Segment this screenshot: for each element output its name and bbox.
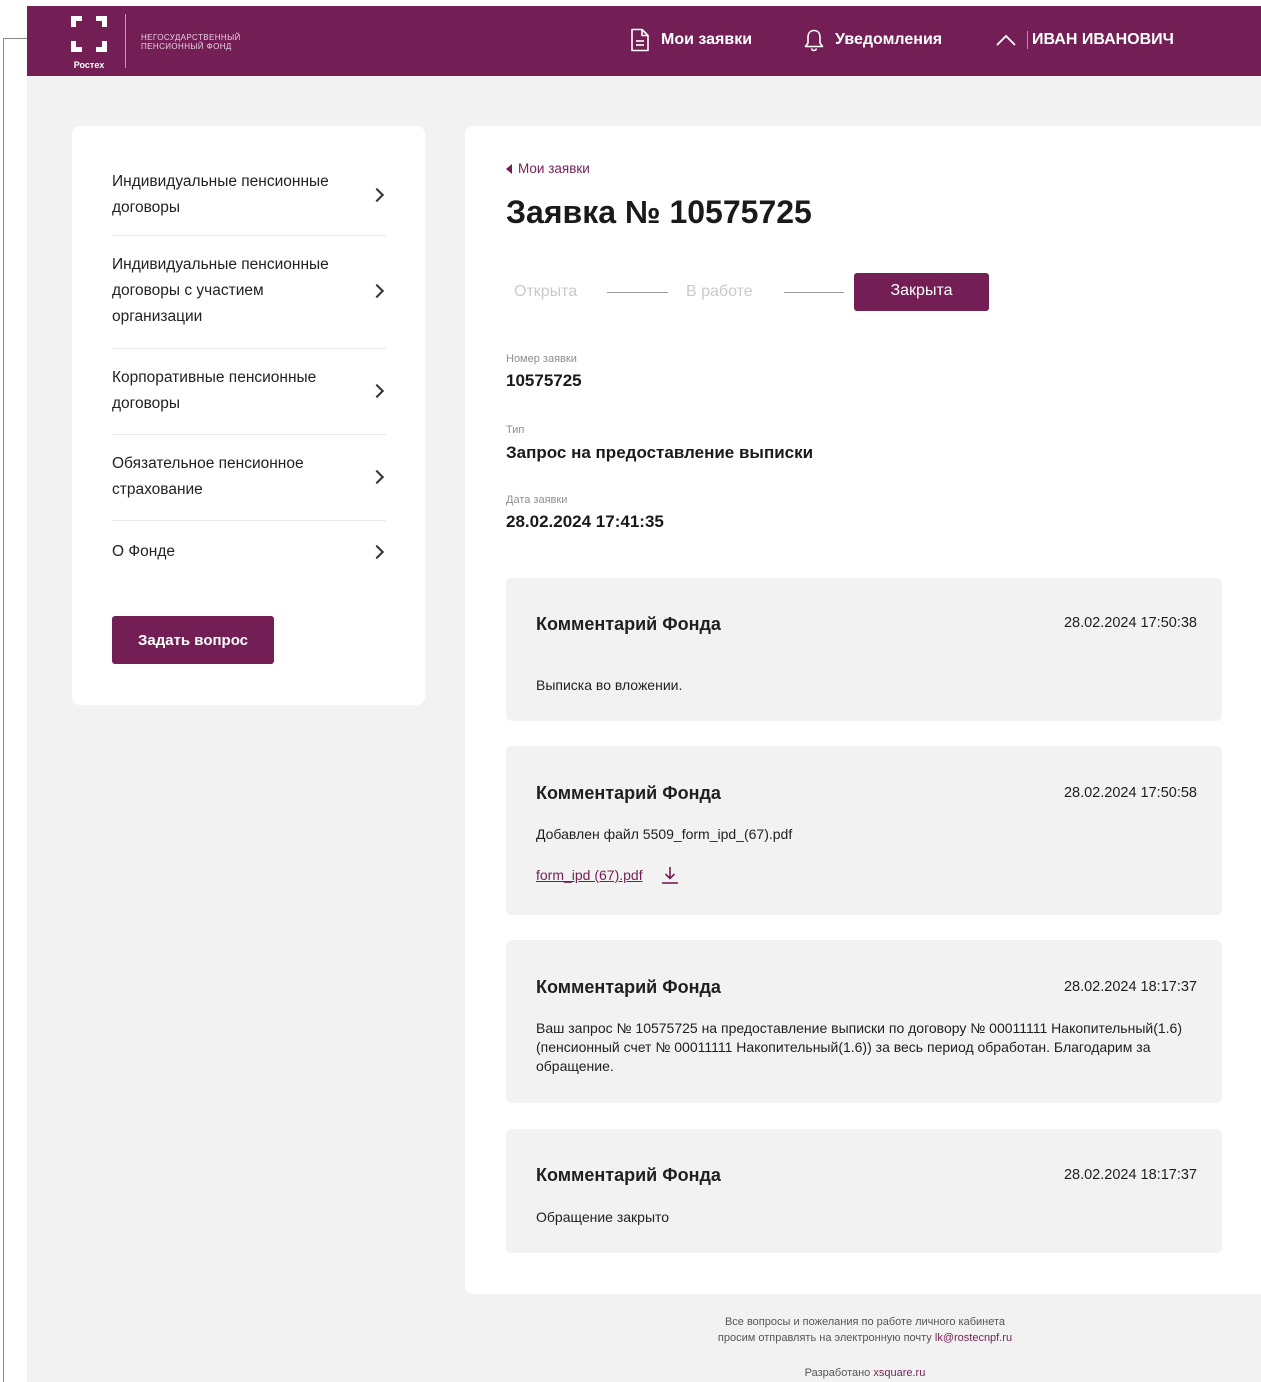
developer-link[interactable]: xsquare.ru xyxy=(873,1367,925,1379)
chevron-up-icon xyxy=(996,34,1016,46)
sidebar-item-label: Корпоративные пенсионные договоры xyxy=(112,368,317,412)
logo-text: НЕГОСУДАРСТВЕННЫЙ ПЕНСИОННЫЙ ФОНД xyxy=(141,33,241,51)
request-card: Мои заявки Заявка № 10575725 Открыта В р… xyxy=(465,126,1261,1294)
comment-card: Комментарий Фонда 28.02.2024 17:50:38 Вы… xyxy=(506,578,1222,721)
request-number-value: 10575725 xyxy=(506,371,582,390)
comment-text: Ваш запрос № 10575725 на предоставление … xyxy=(536,1020,1182,1074)
sidebar: Индивидуальные пенсионные договоры Индив… xyxy=(72,126,425,705)
developer-credit: Разработано xsquare.ru xyxy=(804,1367,926,1379)
attachment-link[interactable]: form_ipd (67).pdf xyxy=(536,865,679,885)
sidebar-item-label: Индивидуальные пенсионные договоры с уча… xyxy=(112,256,329,325)
sidebar-item-label: Обязательное пенсионное страхование xyxy=(112,454,304,498)
request-date-label: Дата заявки xyxy=(506,494,568,506)
footer: Все вопросы и пожелания по работе личног… xyxy=(465,1314,1261,1346)
chevron-right-icon xyxy=(369,469,385,484)
comment-text: Добавлен файл 5509_form_ipd_(67).pdf xyxy=(536,826,793,842)
annotation-line xyxy=(3,38,4,1382)
user-name: ИВАН ИВАНОВИЧ xyxy=(1032,31,1174,48)
status-open: Открыта xyxy=(514,283,578,300)
footer-line2: просим отправлять на электронную почту l… xyxy=(717,1332,1013,1344)
document-icon xyxy=(631,28,649,52)
comment-title: Комментарий Фонда xyxy=(536,977,721,997)
comment-date: 28.02.2024 18:17:37 xyxy=(1063,979,1197,995)
user-menu[interactable]: ИВАН ИВАНОВИЧ xyxy=(995,26,1174,54)
top-header: Ростех НЕГОСУДАРСТВЕННЫЙ ПЕНСИОННЫЙ ФОНД… xyxy=(27,6,1261,76)
logo-word: Ростех xyxy=(73,60,105,70)
back-arrow-icon xyxy=(506,163,512,174)
comment-title: Комментарий Фонда xyxy=(536,1165,721,1185)
comment-date: 28.02.2024 17:50:58 xyxy=(1063,785,1197,801)
sidebar-menu: Индивидуальные пенсионные договоры Индив… xyxy=(112,156,386,581)
comment-text: Обращение закрыто xyxy=(536,1209,670,1225)
chevron-right-icon xyxy=(369,283,385,299)
nav-notifications[interactable]: Уведомления xyxy=(803,26,942,54)
status-stepper: Открыта В работе Закрыта xyxy=(506,273,1006,311)
status-in-work: В работе xyxy=(686,283,753,300)
request-number-label: Номер заявки xyxy=(506,353,577,365)
status-closed: Закрыта xyxy=(854,273,989,311)
logo[interactable]: Ростех xyxy=(67,14,111,72)
sidebar-item-corporate-contracts[interactable]: Корпоративные пенсионные договоры xyxy=(112,349,386,435)
sidebar-item-label: Индивидуальные пенсионные договоры xyxy=(112,172,329,216)
bell-icon xyxy=(804,29,824,52)
chevron-right-icon xyxy=(369,383,385,398)
screenshot: Ростех НЕГОСУДАРСТВЕННЫЙ ПЕНСИОННЫЙ ФОНД… xyxy=(0,0,1261,1382)
comment-card: Комментарий Фонда 28.02.2024 17:50:58 До… xyxy=(506,746,1222,915)
status-connector xyxy=(607,292,668,293)
download-icon[interactable] xyxy=(661,865,679,885)
support-email-link[interactable]: lk@rostecnpf.ru xyxy=(935,1332,1012,1344)
comment-card: Комментарий Фонда 28.02.2024 18:17:37 Об… xyxy=(506,1129,1222,1253)
page-title: Заявка № 10575725 xyxy=(506,194,812,230)
comment-date: 28.02.2024 17:50:38 xyxy=(1063,615,1197,631)
nav-my-requests[interactable]: Мои заявки xyxy=(629,26,752,54)
request-type-label: Тип xyxy=(506,424,525,436)
ask-question-button[interactable]: Задать вопрос xyxy=(112,616,274,664)
footer-line1: Все вопросы и пожелания по работе личног… xyxy=(724,1316,1006,1328)
sidebar-item-about-fund[interactable]: О Фонде xyxy=(112,521,386,581)
user-separator xyxy=(1027,31,1028,49)
request-date-value: 28.02.2024 17:41:35 xyxy=(506,512,664,531)
comment-date: 28.02.2024 18:17:37 xyxy=(1063,1167,1197,1183)
attachment-filename: form_ipd (67).pdf xyxy=(536,867,643,883)
status-connector xyxy=(784,292,844,293)
chevron-right-icon xyxy=(369,544,385,560)
sidebar-item-label: О Фонде xyxy=(112,543,175,560)
sidebar-item-individual-org-contracts[interactable]: Индивидуальные пенсионные договоры с уча… xyxy=(112,236,386,349)
logo-divider xyxy=(125,14,126,68)
nav-notifications-label: Уведомления xyxy=(835,31,943,48)
back-link[interactable]: Мои заявки xyxy=(506,161,590,176)
nav-my-requests-label: Мои заявки xyxy=(661,31,753,48)
sidebar-item-mandatory-insurance[interactable]: Обязательное пенсионное страхование xyxy=(112,435,386,521)
comment-title: Комментарий Фонда xyxy=(536,783,721,803)
chevron-right-icon xyxy=(369,187,385,202)
sidebar-item-individual-contracts[interactable]: Индивидуальные пенсионные договоры xyxy=(112,156,386,236)
back-link-label: Мои заявки xyxy=(518,161,590,176)
comment-title: Комментарий Фонда xyxy=(536,614,721,634)
request-type-value: Запрос на предоставление выписки xyxy=(506,443,814,462)
rostec-logo-icon xyxy=(71,16,107,52)
comment-card: Комментарий Фонда 28.02.2024 18:17:37 Ва… xyxy=(506,940,1222,1103)
comment-text: Выписка во вложении. xyxy=(536,677,683,693)
page: Ростех НЕГОСУДАРСТВЕННЫЙ ПЕНСИОННЫЙ ФОНД… xyxy=(27,6,1261,1382)
